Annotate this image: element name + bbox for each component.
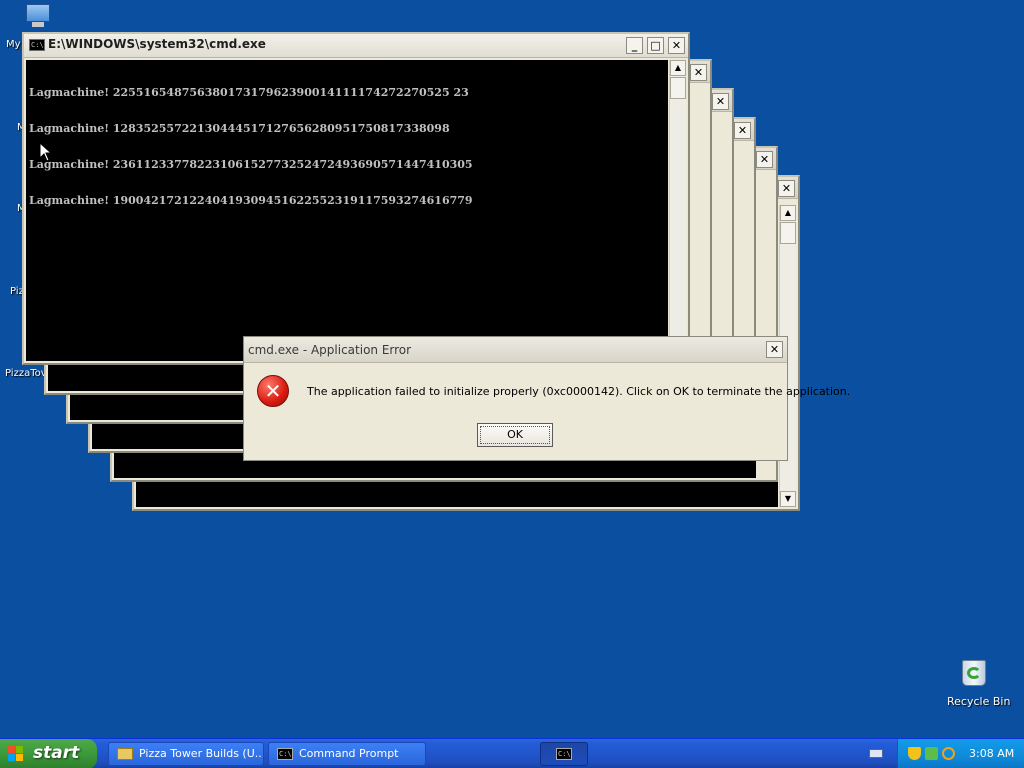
cmd-icon: C:\ bbox=[277, 748, 293, 760]
start-button[interactable]: start bbox=[0, 739, 97, 768]
keyboard-icon[interactable] bbox=[869, 749, 883, 758]
dialog-close-button[interactable]: ✕ bbox=[766, 341, 783, 358]
close-button[interactable]: ✕ bbox=[712, 93, 729, 110]
taskbar-item-cmd-group[interactable]: C:\ bbox=[540, 742, 588, 766]
application-error-dialog[interactable]: cmd.exe - Application Error ✕ ✕ The appl… bbox=[243, 336, 850, 461]
system-tray: 3:08 AM bbox=[897, 739, 1024, 768]
mouse-cursor-icon bbox=[39, 141, 53, 162]
taskbar: start Pizza Tower Builds (U... C:\ Comma… bbox=[0, 738, 1024, 768]
taskbar-item-label: Pizza Tower Builds (U... bbox=[139, 747, 264, 760]
scroll-up-arrow[interactable]: ▲ bbox=[780, 205, 796, 221]
recycle-bin-label: Recycle Bin bbox=[947, 695, 1011, 708]
window-title: E:\WINDOWS\system32\cmd.exe bbox=[48, 37, 266, 51]
main-cmd-window[interactable]: C:\ E:\WINDOWS\system32\cmd.exe _ □ ✕ La… bbox=[22, 32, 690, 365]
close-button[interactable]: ✕ bbox=[778, 180, 795, 197]
ok-button[interactable]: OK bbox=[477, 423, 553, 447]
main-window-titlebar[interactable]: C:\ E:\WINDOWS\system32\cmd.exe _ □ ✕ bbox=[24, 34, 688, 58]
taskbar-item-pizza-tower-builds[interactable]: Pizza Tower Builds (U... bbox=[108, 742, 264, 766]
cmd-icon: C:\ bbox=[29, 39, 45, 51]
dialog-titlebar[interactable]: cmd.exe - Application Error ✕ bbox=[244, 337, 787, 363]
console-line: Lagmachine! 1900421721224041930945162255… bbox=[29, 194, 473, 207]
error-icon: ✕ bbox=[257, 375, 289, 407]
search-icon[interactable] bbox=[942, 747, 955, 760]
scroll-thumb[interactable] bbox=[670, 77, 686, 99]
console-line: Lagmachine! 1283525572213044451712765628… bbox=[29, 122, 450, 135]
folder-icon bbox=[117, 748, 133, 760]
console-line: Lagmachine! 2255165487563801731796239001… bbox=[29, 86, 469, 99]
scroll-down-arrow[interactable]: ▼ bbox=[780, 491, 796, 507]
dialog-title: cmd.exe - Application Error bbox=[248, 343, 412, 357]
clock[interactable]: 3:08 AM bbox=[969, 747, 1014, 760]
desktop-label-my-computer: My bbox=[6, 39, 21, 50]
desktop-label-partial-4: PizzaTov bbox=[5, 368, 47, 379]
start-label: start bbox=[33, 743, 80, 763]
scroll-thumb[interactable] bbox=[780, 222, 796, 244]
network-icon[interactable] bbox=[925, 747, 938, 760]
console-area[interactable]: Lagmachine! 2255165487563801731796239001… bbox=[26, 60, 668, 361]
close-button[interactable]: ✕ bbox=[668, 37, 685, 54]
taskbar-item-command-prompt[interactable]: C:\ Command Prompt bbox=[268, 742, 426, 766]
cmd-icon: C:\ bbox=[556, 748, 572, 760]
my-computer-icon[interactable] bbox=[22, 4, 54, 34]
maximize-button[interactable]: □ bbox=[647, 37, 664, 54]
minimize-button[interactable]: _ bbox=[626, 37, 643, 54]
scroll-up-arrow[interactable]: ▲ bbox=[670, 60, 686, 76]
recycle-bin-icon[interactable] bbox=[958, 656, 990, 688]
taskbar-item-label: Command Prompt bbox=[299, 747, 399, 760]
dialog-message: The application failed to initialize pro… bbox=[307, 385, 851, 398]
console-output: Lagmachine! 2255165487563801731796239001… bbox=[29, 63, 473, 231]
close-button[interactable]: ✕ bbox=[690, 64, 707, 81]
security-shield-icon[interactable] bbox=[908, 747, 921, 760]
windows-logo-icon bbox=[8, 746, 24, 762]
console-line: Lagmachine! 2361123377822310615277325247… bbox=[29, 158, 473, 171]
vertical-scrollbar[interactable]: ▲ bbox=[669, 60, 686, 361]
close-button[interactable]: ✕ bbox=[756, 151, 773, 168]
close-button[interactable]: ✕ bbox=[734, 122, 751, 139]
